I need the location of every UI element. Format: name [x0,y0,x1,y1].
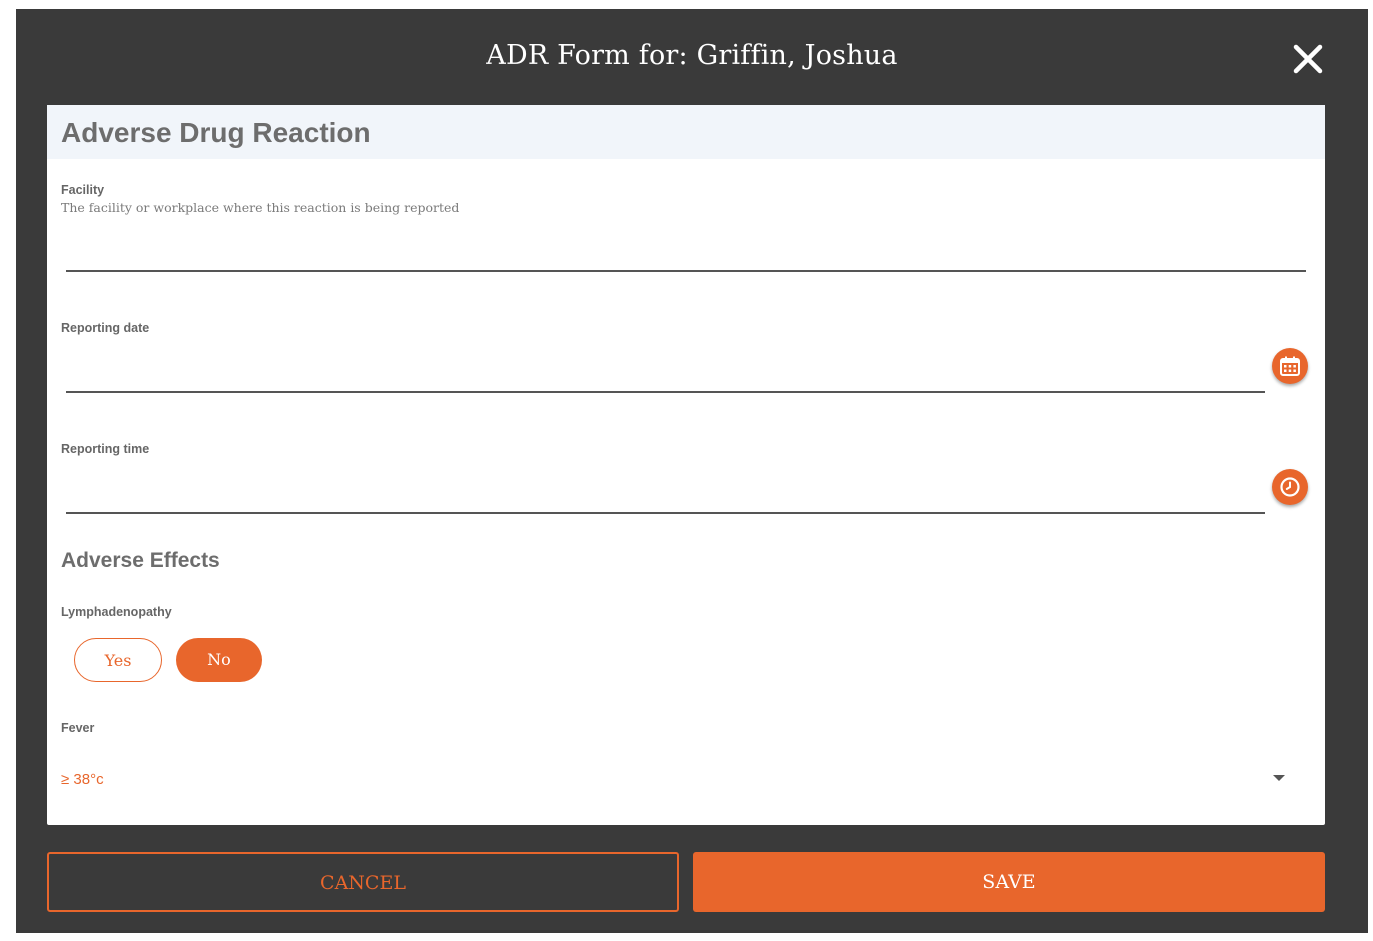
lymphadenopathy-yes-button[interactable]: Yes [74,638,162,682]
chevron-down-icon [1273,775,1285,781]
facility-label: Facility [61,183,105,197]
calendar-icon [1280,356,1300,376]
reporting-date-input[interactable] [66,361,1265,393]
reporting-time-input[interactable] [66,482,1265,514]
close-icon [1293,44,1323,74]
fever-selected-value: ≥ 38°c [61,771,104,788]
adr-dialog: ADR Form for: Griffin, Joshua Adverse Dr… [16,9,1368,933]
dialog-header: ADR Form for: Griffin, Joshua [16,9,1368,105]
date-picker-button[interactable] [1272,348,1308,384]
facility-hint: The facility or workplace where this rea… [61,200,460,215]
dialog-title: ADR Form for: Griffin, Joshua [486,40,898,71]
reporting-date-label: Reporting date [61,321,150,335]
lymphadenopathy-label: Lymphadenopathy [61,605,172,619]
lymphadenopathy-no-button[interactable]: No [176,638,262,682]
fever-select[interactable]: ≥ 38°c [61,767,1291,793]
close-button[interactable] [1292,43,1324,75]
fever-label: Fever [61,721,95,735]
facility-input[interactable] [66,240,1306,272]
form-card: Adverse Drug Reaction Facility The facil… [47,105,1325,825]
time-picker-button[interactable] [1272,469,1308,505]
reporting-time-label: Reporting time [61,442,150,456]
save-button[interactable]: SAVE [693,852,1325,912]
form-heading-bar: Adverse Drug Reaction [47,105,1325,159]
cancel-button[interactable]: CANCEL [47,852,679,912]
adverse-effects-title: Adverse Effects [61,549,220,572]
clock-icon [1280,477,1300,497]
form-heading: Adverse Drug Reaction [61,117,371,148]
